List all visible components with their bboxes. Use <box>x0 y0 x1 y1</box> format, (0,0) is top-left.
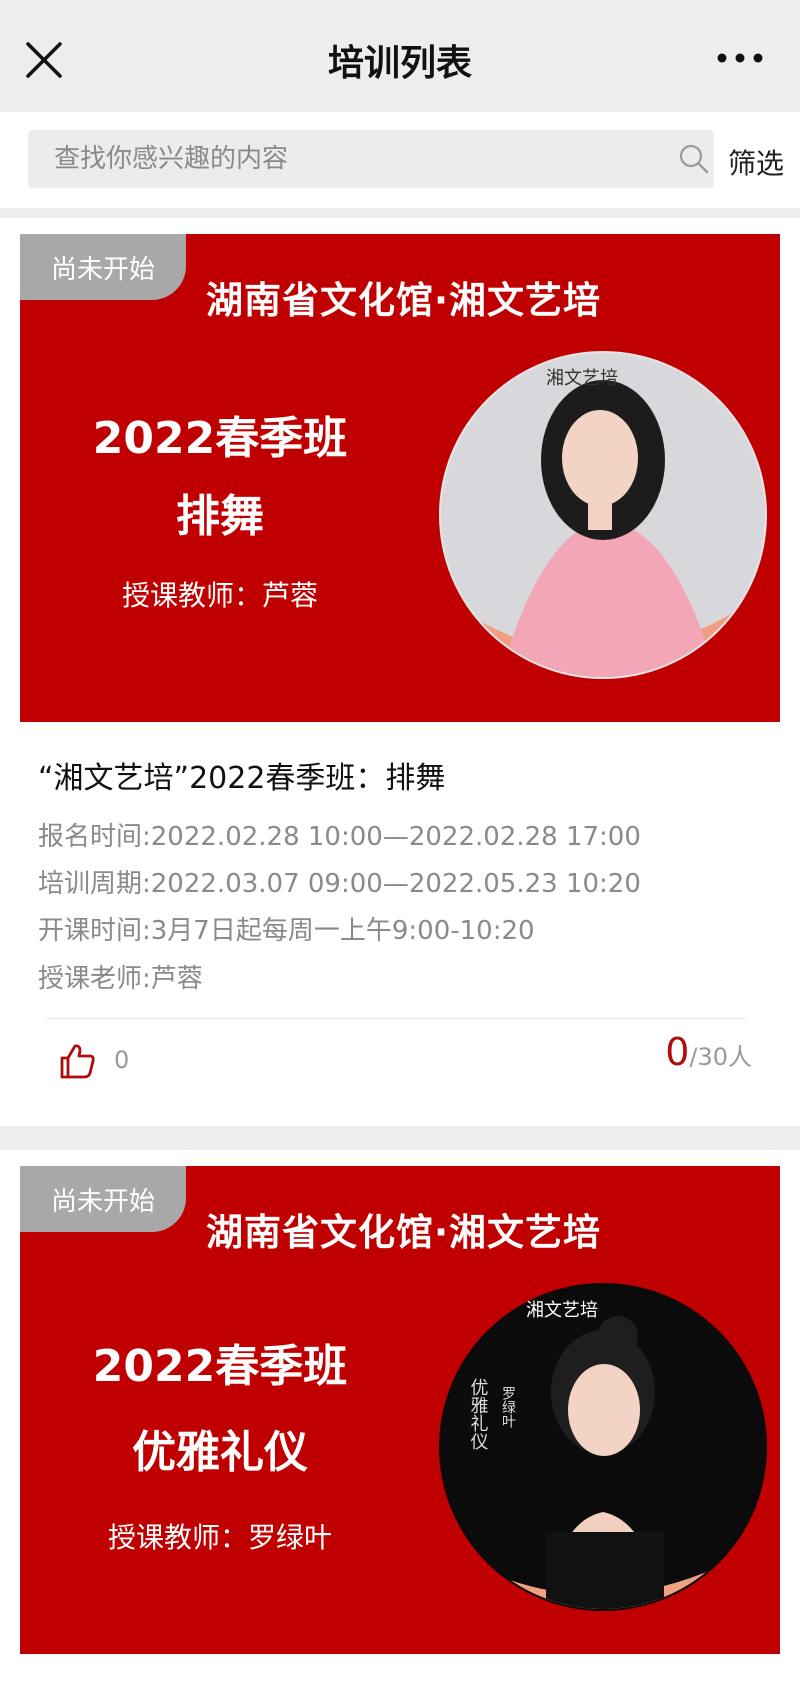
divider <box>46 1018 746 1019</box>
more-dots-icon <box>717 53 763 63</box>
banner-season: 2022春季班 <box>92 1341 348 1392</box>
enrollment-count: 0/30人 <box>665 1030 752 1074</box>
portrait-tag: 湘文艺培 <box>546 368 618 389</box>
banner-teacher: 授课教师：芦蓉 <box>121 579 318 612</box>
capacity-text: /30人 <box>689 1043 752 1071</box>
search-icon[interactable] <box>678 143 710 175</box>
more-options-button[interactable] <box>710 44 770 72</box>
banner-course-name: 排舞 <box>176 491 264 542</box>
teacher-portrait: 湘文艺培 优雅礼仪 罗绿叶 <box>439 1283 767 1611</box>
thumbs-up-icon <box>60 1044 95 1079</box>
top-nav-bar: 培训列表 <box>0 0 800 112</box>
class-time: 开课时间:3月7日起每周一上午9:00-10:20 <box>38 916 535 946</box>
course-card[interactable]: 尚未开始 湖南省文化馆·湘文艺培 2022春季班 排舞 授课教师：芦蓉 湘文艺培… <box>0 218 800 1126</box>
like-button[interactable] <box>56 1040 98 1082</box>
teacher-portrait: 湘文艺培 <box>439 351 767 679</box>
search-bar: 筛选 <box>0 112 800 208</box>
portrait-tag: 湘文艺培 <box>526 1300 598 1321</box>
banner-season: 2022春季班 <box>92 413 348 464</box>
teacher-name: 授课老师:芦蓉 <box>38 964 203 994</box>
search-box <box>28 130 714 188</box>
banner-teacher: 授课教师：罗绿叶 <box>107 1521 332 1554</box>
filter-button[interactable]: 筛选 <box>728 142 784 182</box>
banner-header: 湖南省文化馆·湘文艺培 <box>206 279 602 322</box>
status-badge: 尚未开始 <box>20 1166 186 1232</box>
course-banner[interactable]: 尚未开始 湖南省文化馆·湘文艺培 2022春季班 优雅礼仪 授课教师：罗绿叶 湘… <box>20 1166 780 1654</box>
portrait-side-text: 优雅礼仪 <box>468 1378 489 1450</box>
course-title[interactable]: “湘文艺培”2022春季班：排舞 <box>38 753 445 797</box>
banner-course-name: 优雅礼仪 <box>132 1427 308 1478</box>
page-title: 培训列表 <box>327 43 472 84</box>
training-period: 培训周期:2022.03.07 09:00—2022.05.23 10:20 <box>38 869 641 899</box>
enrolled-number: 0 <box>665 1030 690 1074</box>
portrait-name-text: 罗绿叶 <box>500 1386 516 1428</box>
banner-header: 湖南省文化馆·湘文艺培 <box>206 1211 602 1254</box>
signup-time: 报名时间:2022.02.28 10:00—2022.02.28 17:00 <box>38 822 641 852</box>
status-badge: 尚未开始 <box>20 234 186 300</box>
course-card[interactable]: 尚未开始 湖南省文化馆·湘文艺培 2022春季班 优雅礼仪 授课教师：罗绿叶 湘… <box>0 1150 800 1690</box>
like-count: 0 <box>114 1046 130 1074</box>
course-banner[interactable]: 尚未开始 湖南省文化馆·湘文艺培 2022春季班 排舞 授课教师：芦蓉 湘文艺培 <box>20 234 780 722</box>
search-input[interactable] <box>28 130 654 188</box>
